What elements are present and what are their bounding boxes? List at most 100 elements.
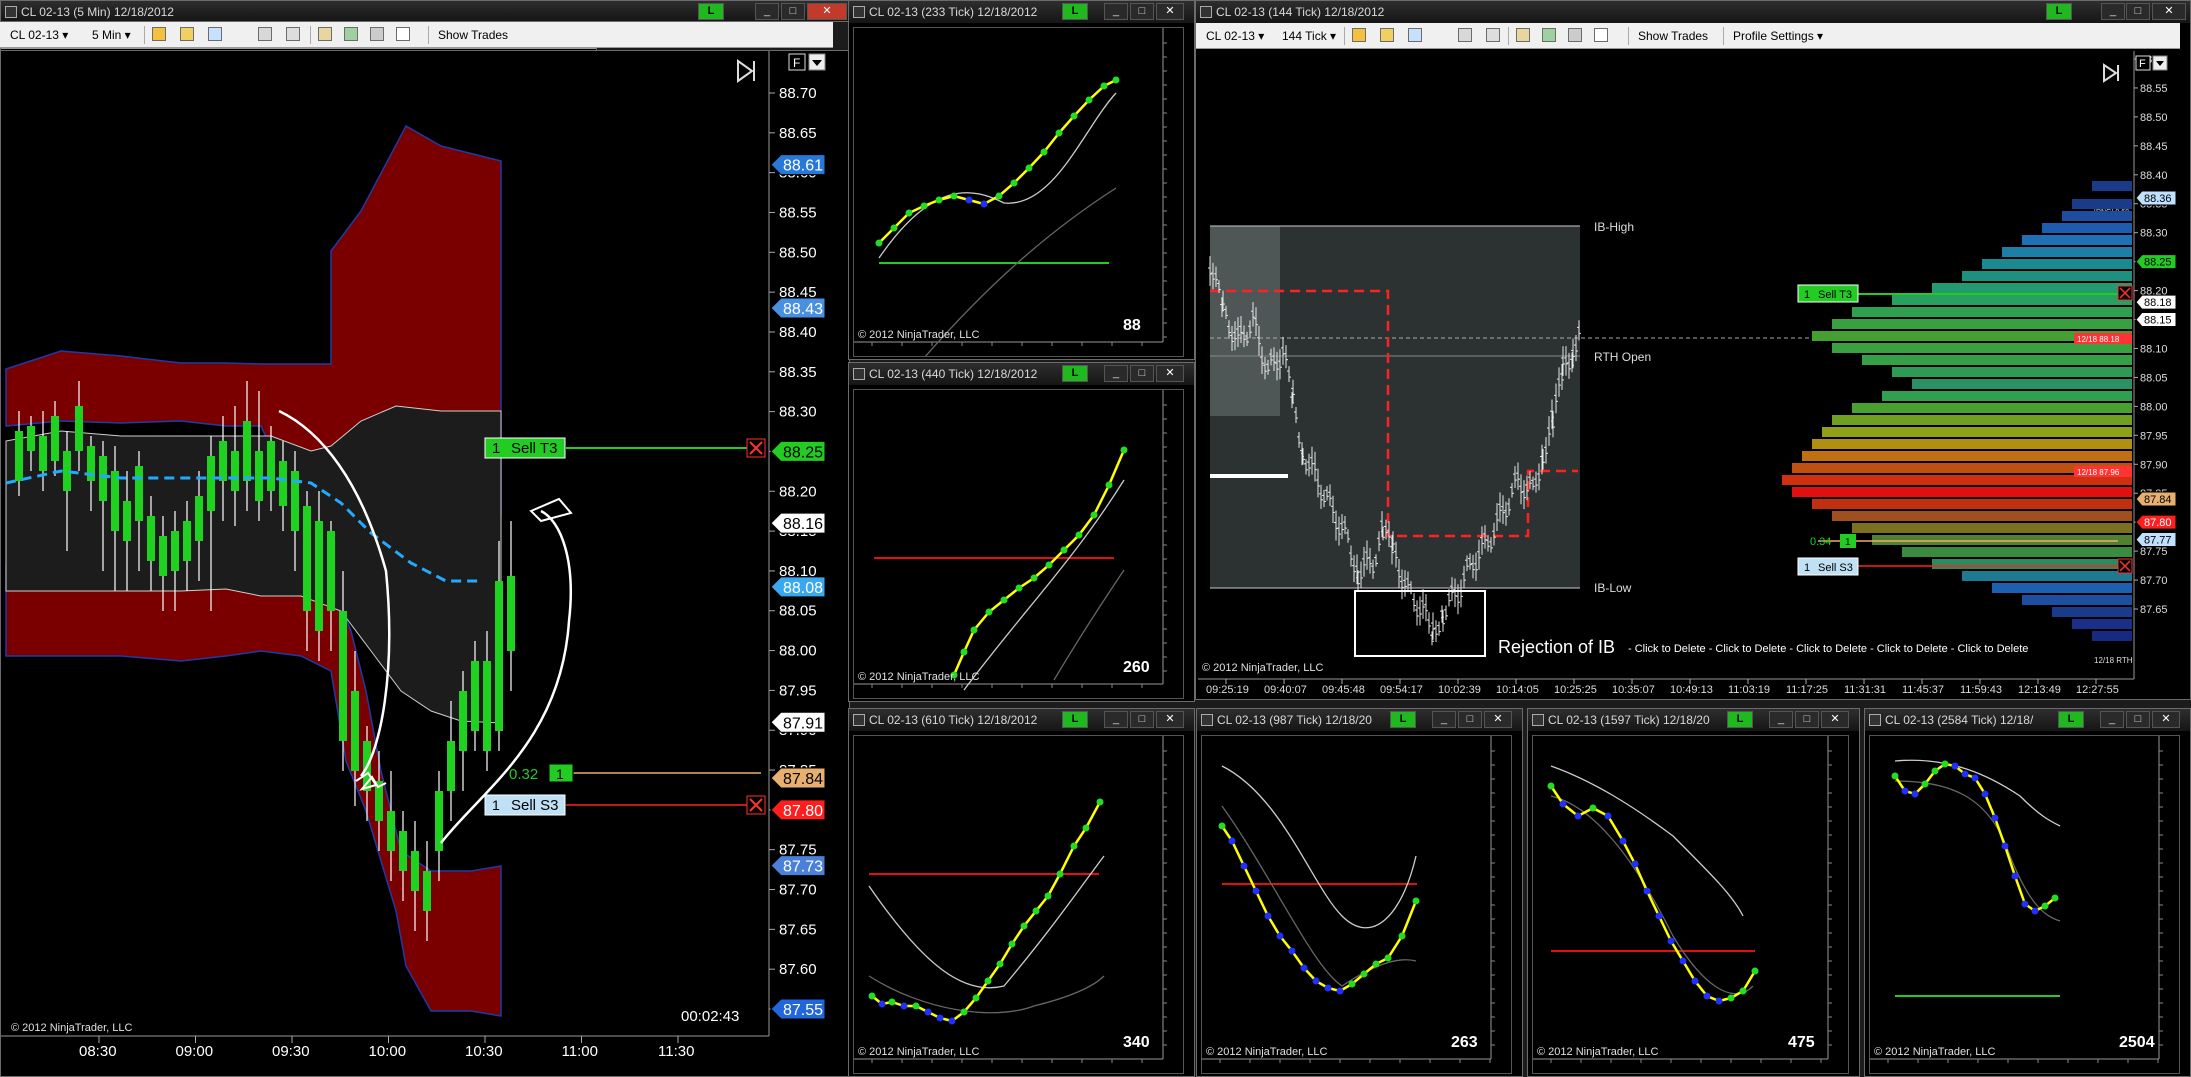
tick610-close-button[interactable]: ✕ bbox=[1156, 711, 1184, 728]
trend-dot bbox=[1300, 964, 1308, 972]
link-button-main[interactable]: L bbox=[698, 3, 724, 20]
tick610-link-button[interactable]: L bbox=[1062, 711, 1088, 728]
tick144-link-button[interactable]: L bbox=[2046, 3, 2072, 20]
tick987-maximize-button[interactable]: □ bbox=[1458, 711, 1482, 728]
tick233-title-bar[interactable]: CL 02-13 (233 Tick) 12/18/2012 L _ □ ✕ bbox=[849, 1, 1194, 23]
trend-dot bbox=[1055, 129, 1063, 137]
bars-icon[interactable] bbox=[1352, 28, 1366, 42]
price-label: 88.45 bbox=[2140, 141, 2168, 153]
tick1597-link-button[interactable]: L bbox=[1727, 711, 1753, 728]
trend-dot bbox=[1679, 957, 1687, 965]
click-to-delete-label[interactable]: - Click to Delete - Click to Delete - Cl… bbox=[1628, 643, 2028, 655]
properties-icon[interactable] bbox=[1516, 28, 1530, 42]
maximize-button-main[interactable]: □ bbox=[781, 3, 805, 20]
tick1597-minimize-button[interactable]: _ bbox=[1769, 711, 1793, 728]
tick144-minimize-button[interactable]: _ bbox=[2101, 3, 2125, 20]
tick144-show-trades[interactable]: Show Trades bbox=[1638, 28, 1708, 44]
close-button-main[interactable]: ✕ bbox=[807, 3, 847, 20]
bar-type-icon[interactable] bbox=[151, 28, 165, 42]
indicator-icon[interactable] bbox=[207, 28, 221, 42]
cancel-target-button[interactable] bbox=[746, 438, 766, 458]
tick610-maximize-button[interactable]: □ bbox=[1130, 711, 1154, 728]
tick440-link-button[interactable]: L bbox=[1062, 365, 1088, 382]
tick2584-minimize-button[interactable]: _ bbox=[2100, 711, 2124, 728]
profile-bar bbox=[1882, 391, 2132, 401]
tick987-link-button[interactable]: L bbox=[1390, 711, 1416, 728]
tick2584-link-button[interactable]: L bbox=[2058, 711, 2084, 728]
main-minimize-button[interactable]: _ bbox=[470, 3, 494, 20]
panel-menu-button[interactable] bbox=[808, 53, 826, 71]
tick144-interval-selector[interactable]: 144 Tick ▾ bbox=[1282, 28, 1336, 44]
tick1597-close-button[interactable]: ✕ bbox=[1821, 711, 1849, 728]
cancel-stop-button[interactable] bbox=[746, 795, 766, 815]
tick440-close-button[interactable]: ✕ bbox=[1156, 365, 1184, 382]
strategy-icon[interactable] bbox=[341, 28, 355, 42]
tick987-minimize-button[interactable]: _ bbox=[1432, 711, 1456, 728]
panel-f-button[interactable] bbox=[788, 53, 806, 71]
tick2584-title-bar[interactable]: CL 02-13 (2584 Tick) 12/18/ L _ □ ✕ bbox=[1865, 709, 2190, 731]
interval-selector[interactable]: 5 Min ▾ bbox=[93, 28, 132, 44]
drawing-pencil-icon[interactable] bbox=[179, 28, 193, 42]
profile-settings-menu[interactable]: Profile Settings ▾ bbox=[1733, 28, 1823, 44]
tick144-chart-panel[interactable]: IB-High RTH Open IB-Low Rejection of IB … bbox=[1198, 51, 2178, 699]
crosshair-icon[interactable] bbox=[259, 28, 273, 42]
properties-icon[interactable] bbox=[315, 28, 329, 42]
trend-dot bbox=[996, 960, 1004, 968]
main-chart-panel[interactable] bbox=[3, 51, 596, 1076]
scroll-to-end-icon[interactable] bbox=[737, 59, 755, 83]
zoom-icon[interactable] bbox=[287, 28, 301, 42]
tick987-title-bar[interactable]: CL 02-13 (987 Tick) 12/18/20 L _ □ ✕ bbox=[1197, 709, 1522, 731]
tick440-maximize-button[interactable]: □ bbox=[1130, 365, 1154, 382]
trend-dot bbox=[1030, 574, 1038, 582]
main-maximize-button[interactable]: □ bbox=[496, 3, 520, 20]
tick144-title-bar[interactable]: CL 02-13 (144 Tick) 12/18/2012 L _ □ ✕ bbox=[1196, 1, 2190, 23]
crosshair-icon[interactable] bbox=[1458, 28, 1472, 42]
tick144-maximize-button[interactable]: □ bbox=[2126, 3, 2150, 20]
show-trades-button[interactable]: Show Trades bbox=[439, 28, 509, 44]
time-label: 11:03:19 bbox=[1728, 684, 1770, 696]
window-icon bbox=[853, 714, 865, 726]
tick440-title-bar[interactable]: CL 02-13 (440 Tick) 12/18/2012 L _ □ ✕ bbox=[849, 363, 1194, 385]
tick440-minimize-button[interactable]: _ bbox=[1104, 365, 1128, 382]
tick144-instrument-selector[interactable]: CL 02-13 ▾ bbox=[1206, 28, 1264, 44]
minimize-button-main[interactable]: _ bbox=[755, 3, 779, 20]
t144-stop-qty: 1 bbox=[1804, 562, 1810, 574]
tick610-title-bar[interactable]: CL 02-13 (610 Tick) 12/18/2012 L _ □ ✕ bbox=[849, 709, 1194, 731]
tick233-close-button[interactable]: ✕ bbox=[1156, 3, 1184, 20]
copyright: © 2012 NinjaTrader, LLC bbox=[858, 671, 979, 683]
tick144-close-button[interactable]: ✕ bbox=[2152, 3, 2186, 20]
instrument-selector[interactable]: CL 02-13 ▾ bbox=[11, 28, 69, 44]
tick987-close-button[interactable]: ✕ bbox=[1484, 711, 1512, 728]
tick987-title: CL 02-13 (987 Tick) 12/18/20 bbox=[1217, 713, 1372, 727]
profile-rth-text: 12/18 RTH bbox=[2094, 656, 2133, 665]
profile-bar bbox=[1852, 403, 2132, 413]
main-chart-window: CL 02-13 (5 Min) 12/18/2012 L L _ □ ✕ CL… bbox=[0, 0, 597, 1077]
tick2584-close-button[interactable]: ✕ bbox=[2152, 711, 2180, 728]
tick440-title: CL 02-13 (440 Tick) 12/18/2012 bbox=[869, 367, 1038, 381]
tick233-link-button[interactable]: L bbox=[1062, 3, 1088, 20]
trend-dot bbox=[1075, 531, 1083, 539]
tick610-minimize-button[interactable]: _ bbox=[1104, 711, 1128, 728]
data-box-icon[interactable] bbox=[393, 28, 407, 42]
strategy-icon[interactable] bbox=[1542, 28, 1556, 42]
trend-dot bbox=[1010, 179, 1018, 187]
profile-bar bbox=[2072, 619, 2132, 629]
data-box-icon[interactable] bbox=[1594, 28, 1608, 42]
tick1597-title-bar[interactable]: CL 02-13 (1597 Tick) 12/18/20 L _ □ ✕ bbox=[1528, 709, 1859, 731]
main-link-button[interactable]: L bbox=[424, 3, 450, 20]
chart-trader-icon[interactable] bbox=[1568, 28, 1582, 42]
trend-line bbox=[1549, 785, 1757, 1003]
tick2584-maximize-button[interactable]: □ bbox=[2126, 711, 2150, 728]
zoom-icon[interactable] bbox=[1486, 28, 1500, 42]
tick1597-maximize-button[interactable]: □ bbox=[1795, 711, 1819, 728]
price-label: 88.15 bbox=[779, 523, 817, 540]
price-label: 88.00 bbox=[2140, 401, 2168, 413]
tick233-maximize-button[interactable]: □ bbox=[1130, 3, 1154, 20]
pencil-icon[interactable] bbox=[1380, 28, 1394, 42]
chart-trader-icon[interactable] bbox=[367, 28, 381, 42]
tick233-minimize-button[interactable]: _ bbox=[1104, 3, 1128, 20]
price-label: 88.30 bbox=[2140, 228, 2168, 240]
main-close-button[interactable]: ✕ bbox=[522, 3, 568, 20]
indicators-icon[interactable] bbox=[1408, 28, 1422, 42]
scroll-to-end-icon[interactable] bbox=[2103, 63, 2119, 83]
